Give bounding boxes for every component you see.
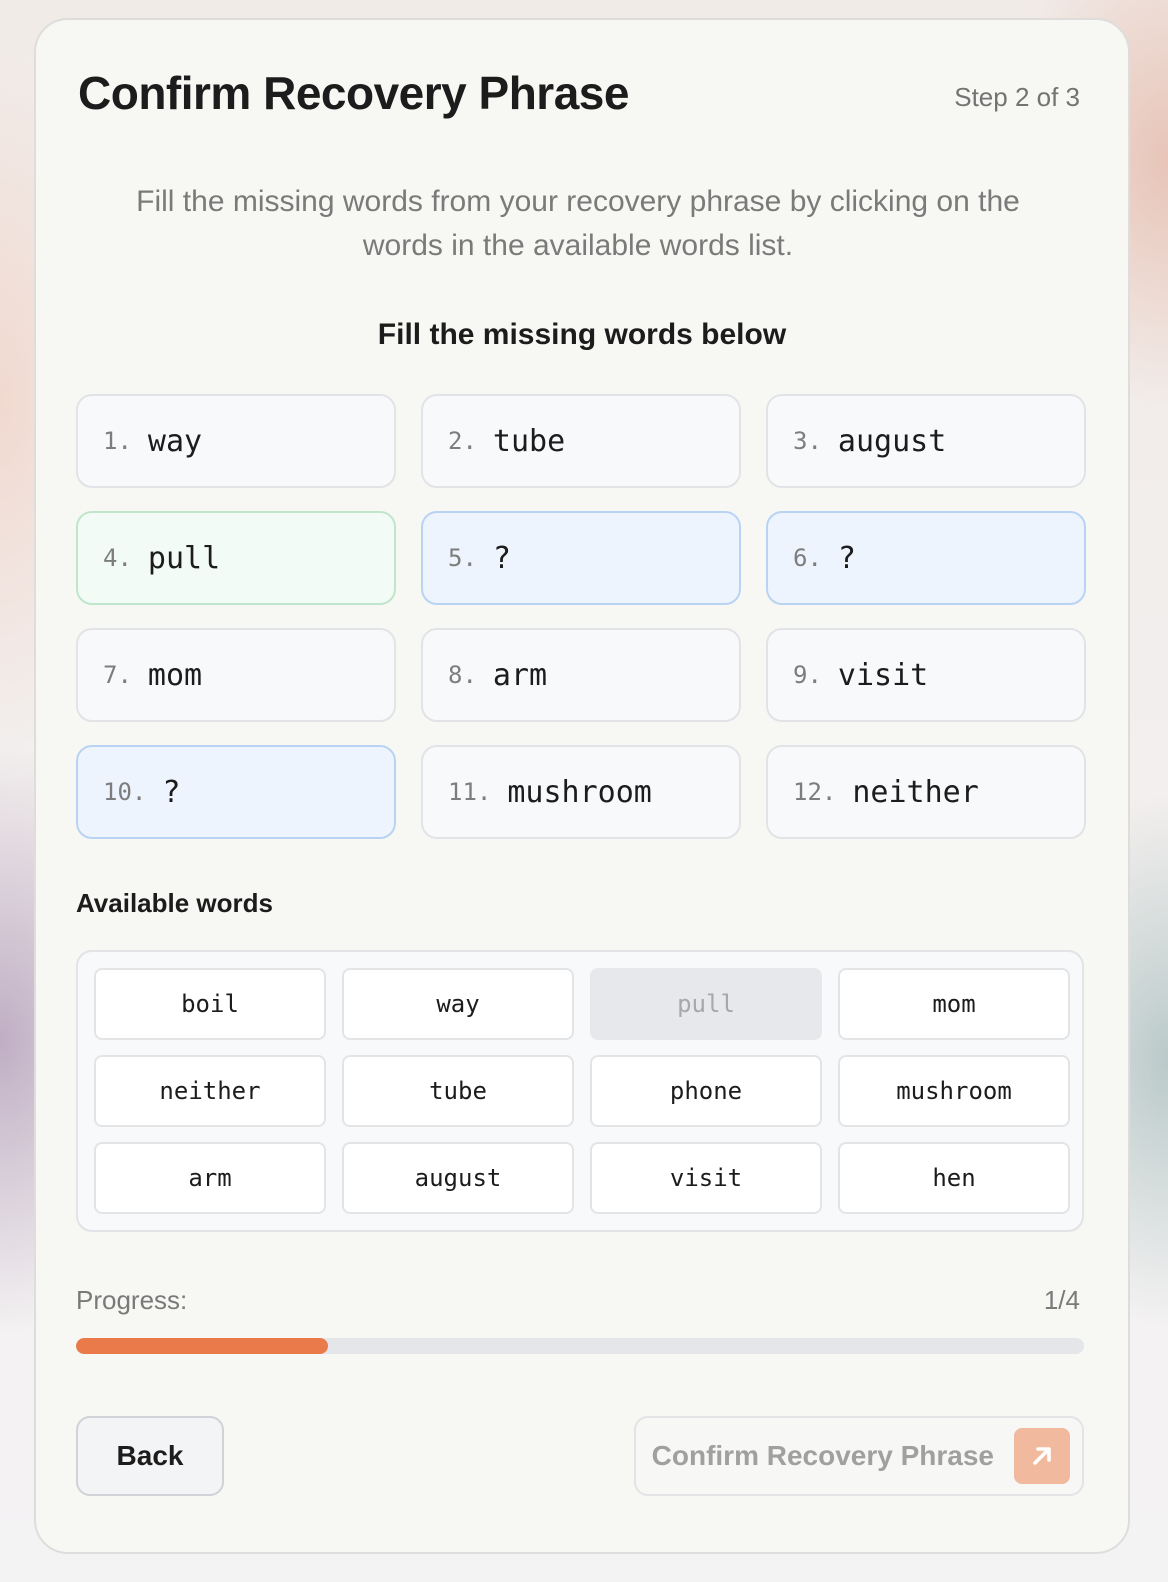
slot-number: 12.: [793, 778, 837, 806]
slot-word: ?: [162, 774, 181, 810]
phrase-slot-3[interactable]: 3. august: [766, 394, 1086, 488]
slot-number: 1.: [103, 427, 132, 455]
back-button[interactable]: Back: [76, 1416, 224, 1496]
phrase-slot-10[interactable]: 10.?: [76, 745, 396, 839]
phrase-slot-5[interactable]: 5.?: [421, 511, 741, 605]
word-chip-hen[interactable]: hen: [838, 1142, 1070, 1214]
word-chip-neither[interactable]: neither: [94, 1055, 326, 1127]
phrase-slots-grid: 1. way 2. tube 3. august 4. pull 5.? 6.? 7. mom 8. ar…: [76, 394, 1086, 839]
available-words-bank: boil way pull mom neither tube phone mushroom ar…: [76, 950, 1084, 1232]
word-chip-way[interactable]: way: [342, 968, 574, 1040]
instructions-text: Fill the missing words from your recover…: [136, 185, 1020, 262]
slot-word: pull: [147, 540, 221, 576]
word-chip-mushroom[interactable]: mushroom: [838, 1055, 1070, 1127]
arrow-up-right-icon: [1014, 1428, 1070, 1484]
phrase-slot-1[interactable]: 1. way: [76, 394, 396, 488]
slot-number: 11.: [448, 778, 492, 806]
phrase-slot-7[interactable]: 7. mom: [76, 628, 396, 722]
phrase-slot-12[interactable]: 12. neither: [766, 745, 1086, 839]
word-chip-mom[interactable]: mom: [838, 968, 1070, 1040]
slot-word: mushroom: [507, 774, 652, 810]
slot-number: 2.: [448, 427, 477, 455]
progress-track: [76, 1338, 1084, 1354]
slot-number: 4.: [103, 544, 132, 572]
slot-word: mom: [147, 657, 203, 693]
slot-word: august: [837, 423, 947, 459]
slot-word: arm: [492, 657, 548, 693]
slot-word: way: [147, 423, 203, 459]
phrase-slot-2[interactable]: 2. tube: [421, 394, 741, 488]
word-chip-phone[interactable]: phone: [590, 1055, 822, 1127]
page-title: Confirm Recovery Phrase: [78, 67, 629, 119]
word-chip-august[interactable]: august: [342, 1142, 574, 1214]
slot-number: 6.: [793, 544, 822, 572]
slot-number: 10.: [103, 778, 147, 806]
recovery-card: Confirm Recovery Phrase Step 2 of 3 Fill…: [34, 18, 1130, 1554]
progress-label: Progress:: [76, 1285, 188, 1315]
slot-number: 3.: [793, 427, 822, 455]
slot-word: ?: [492, 540, 511, 576]
slot-number: 7.: [103, 661, 132, 689]
slots-heading: Fill the missing words below: [377, 318, 787, 351]
word-chip-boil[interactable]: boil: [94, 968, 326, 1040]
word-chip-tube[interactable]: tube: [342, 1055, 574, 1127]
word-chip-arm[interactable]: arm: [94, 1142, 326, 1214]
word-chip-pull: pull: [590, 968, 822, 1040]
progress-fill: [76, 1338, 328, 1354]
progress-count: 1/4: [1043, 1285, 1080, 1315]
available-words-heading: Available words: [76, 888, 273, 918]
slot-number: 8.: [448, 661, 477, 689]
phrase-slot-8[interactable]: 8. arm: [421, 628, 741, 722]
confirm-button-label: Confirm Recovery Phrase: [651, 1440, 994, 1471]
phrase-slot-11[interactable]: 11. mushroom: [421, 745, 741, 839]
slot-number: 5.: [448, 544, 477, 572]
phrase-slot-9[interactable]: 9. visit: [766, 628, 1086, 722]
slot-number: 9.: [793, 661, 822, 689]
slot-word: ?: [837, 540, 856, 576]
slot-word: neither: [852, 774, 979, 810]
confirm-recovery-phrase-button[interactable]: Confirm Recovery Phrase: [634, 1416, 1084, 1496]
slot-word: visit: [837, 657, 929, 693]
step-indicator: Step 2 of 3: [954, 82, 1080, 112]
phrase-slot-6[interactable]: 6.?: [766, 511, 1086, 605]
word-chip-visit[interactable]: visit: [590, 1142, 822, 1214]
phrase-slot-4[interactable]: 4. pull: [76, 511, 396, 605]
slot-word: tube: [492, 423, 566, 459]
